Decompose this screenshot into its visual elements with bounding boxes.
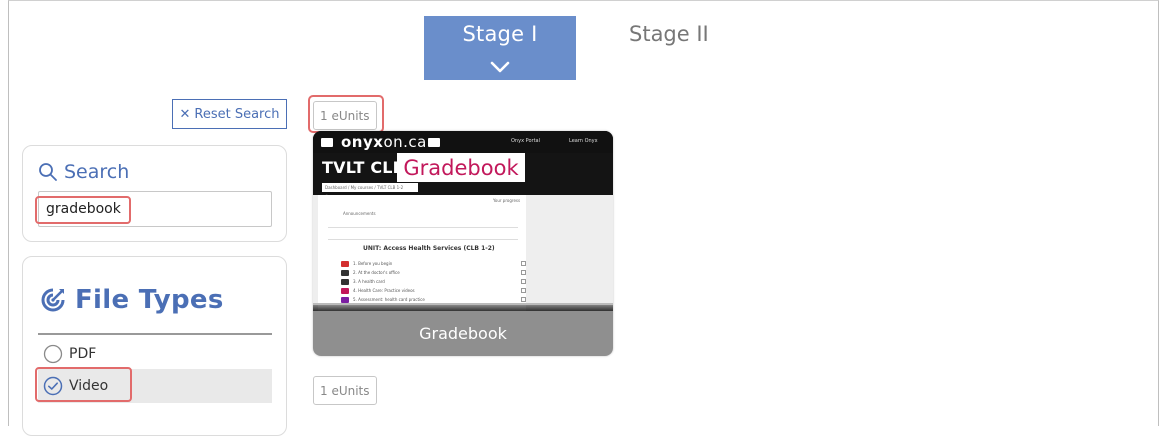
thumbnail-page: Your progress Announcements UNIT: Access… bbox=[318, 195, 526, 311]
thumbnail-overlay-label: Gradebook bbox=[397, 153, 525, 182]
thumbnail-document: Your progress Announcements UNIT: Access… bbox=[313, 195, 613, 311]
thumbnail-nav-left: Onyx Portal bbox=[511, 138, 540, 144]
video-thumbnail: onyxon.ca Onyx Portal Learn Onyx TVLT CL… bbox=[313, 131, 613, 311]
file-type-pdf[interactable]: PDF bbox=[38, 337, 272, 371]
thumbnail-list-item: 2. At the doctor's office bbox=[341, 270, 526, 277]
tab-stage-1[interactable]: Stage I bbox=[424, 16, 576, 80]
reset-search-label: Reset Search bbox=[194, 106, 280, 122]
reset-search-button[interactable]: ✕ Reset Search bbox=[172, 99, 287, 129]
search-icon bbox=[39, 163, 57, 181]
thumbnail-breadcrumb: Dashboard / My courses / TVLT CLB 1-2 Co… bbox=[322, 183, 418, 199]
result-card-gradebook[interactable]: onyxon.ca Onyx Portal Learn Onyx TVLT CL… bbox=[313, 131, 613, 356]
thumbnail-course-title: TVLT CLB bbox=[322, 158, 406, 177]
thumbnail-nav-right: Learn Onyx bbox=[569, 138, 598, 144]
thumbnail-logo: onyxon.ca bbox=[341, 133, 427, 151]
search-title: Search bbox=[64, 161, 130, 183]
thumbnail-topbar: onyxon.ca Onyx Portal Learn Onyx bbox=[313, 131, 613, 153]
thumbnail-list-item: 1. Before you begin bbox=[341, 261, 526, 268]
units-count-badge: 1 eUnits bbox=[313, 101, 377, 130]
file-types-panel: File Types PDF Video bbox=[22, 256, 287, 436]
file-type-pdf-label: PDF bbox=[69, 346, 97, 362]
search-panel: Search bbox=[22, 145, 287, 242]
target-icon bbox=[41, 288, 65, 312]
file-type-video[interactable]: Video bbox=[38, 369, 272, 403]
tab-stage-1-label: Stage I bbox=[462, 22, 538, 46]
check-circle-icon bbox=[43, 376, 63, 396]
thumbnail-divider bbox=[328, 227, 518, 228]
search-heading: Search bbox=[38, 161, 129, 183]
thumbnail-divider bbox=[328, 239, 518, 240]
result-card-title: Gradebook bbox=[313, 311, 613, 356]
tab-stage-2[interactable]: Stage II bbox=[629, 22, 709, 46]
thumbnail-tab-icon bbox=[428, 138, 440, 147]
chevron-down-icon bbox=[490, 61, 510, 73]
close-icon: ✕ bbox=[179, 106, 191, 122]
video-progress-bar bbox=[313, 303, 613, 305]
thumbnail-unit-heading: UNIT: Access Health Services (CLB 1-2) bbox=[363, 245, 495, 252]
menu-icon bbox=[321, 138, 333, 147]
thumbnail-progress-label: Your progress bbox=[493, 198, 521, 203]
search-input[interactable] bbox=[38, 191, 272, 227]
radio-unchecked-icon bbox=[43, 344, 63, 364]
thumbnail-announcement: Announcements bbox=[343, 211, 376, 216]
thumbnail-list-item: 4. Health Care: Practice videos bbox=[341, 288, 526, 295]
units-count-badge: 1 eUnits bbox=[313, 376, 377, 405]
file-types-divider bbox=[38, 333, 272, 335]
thumbnail-list-item: 3. A health card bbox=[341, 279, 526, 286]
file-types-title: File Types bbox=[75, 285, 224, 315]
file-type-video-label: Video bbox=[69, 378, 109, 394]
file-types-heading: File Types bbox=[39, 285, 224, 315]
